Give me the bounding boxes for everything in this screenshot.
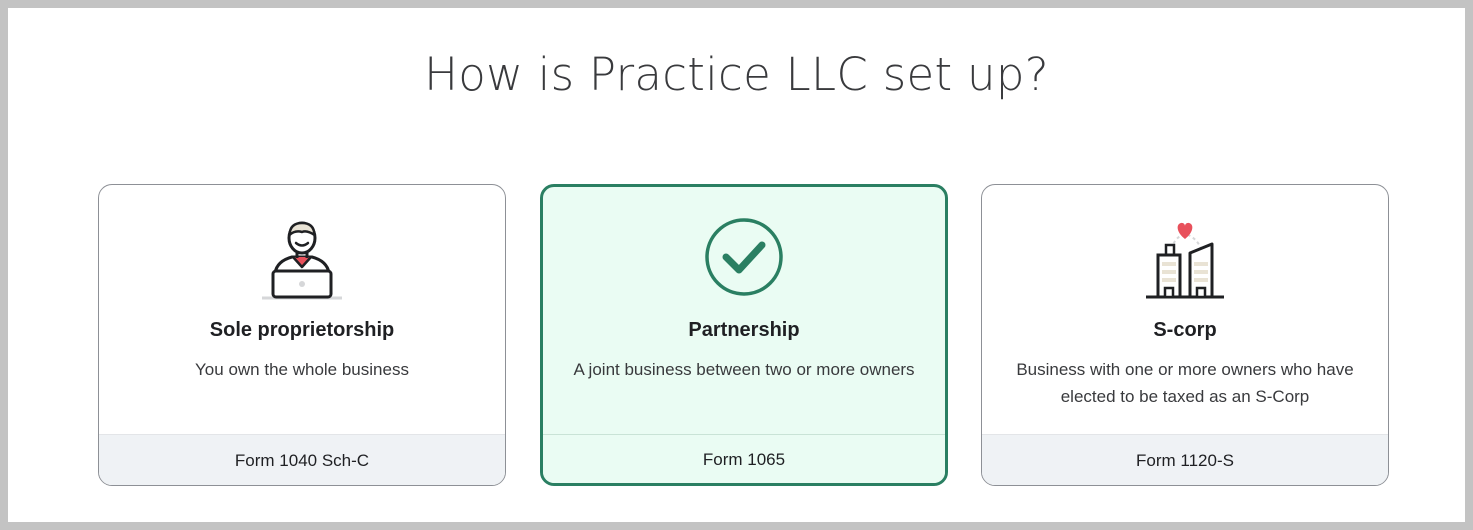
option-card-sole-proprietorship[interactable]: Sole proprietorship You own the whole bu… (98, 184, 506, 486)
person-laptop-icon (257, 211, 347, 303)
page-title: How is Practice LLC set up? (424, 48, 1049, 101)
option-title: Sole proprietorship (209, 319, 395, 341)
option-form-label: Form 1065 (543, 434, 945, 483)
option-form-label: Form 1040 Sch-C (99, 434, 505, 485)
option-card-s-corp[interactable]: S-corp Business with one or more owners … (981, 184, 1389, 486)
option-title: Partnership (688, 319, 800, 341)
option-description: You own the whole business (195, 360, 409, 379)
option-card-partnership[interactable]: Partnership A joint business between two… (540, 184, 948, 486)
option-title: S-corp (1153, 319, 1217, 341)
option-form-label: Form 1120-S (982, 434, 1388, 485)
option-description: Business with one or more owners who hav… (1016, 360, 1354, 406)
page-frame: How is Practice LLC set up? Sole proprie… (8, 8, 1465, 522)
checkmark-circle-icon (699, 211, 789, 303)
buildings-heart-icon (1140, 211, 1230, 303)
option-description: A joint business between two or more own… (573, 360, 915, 379)
